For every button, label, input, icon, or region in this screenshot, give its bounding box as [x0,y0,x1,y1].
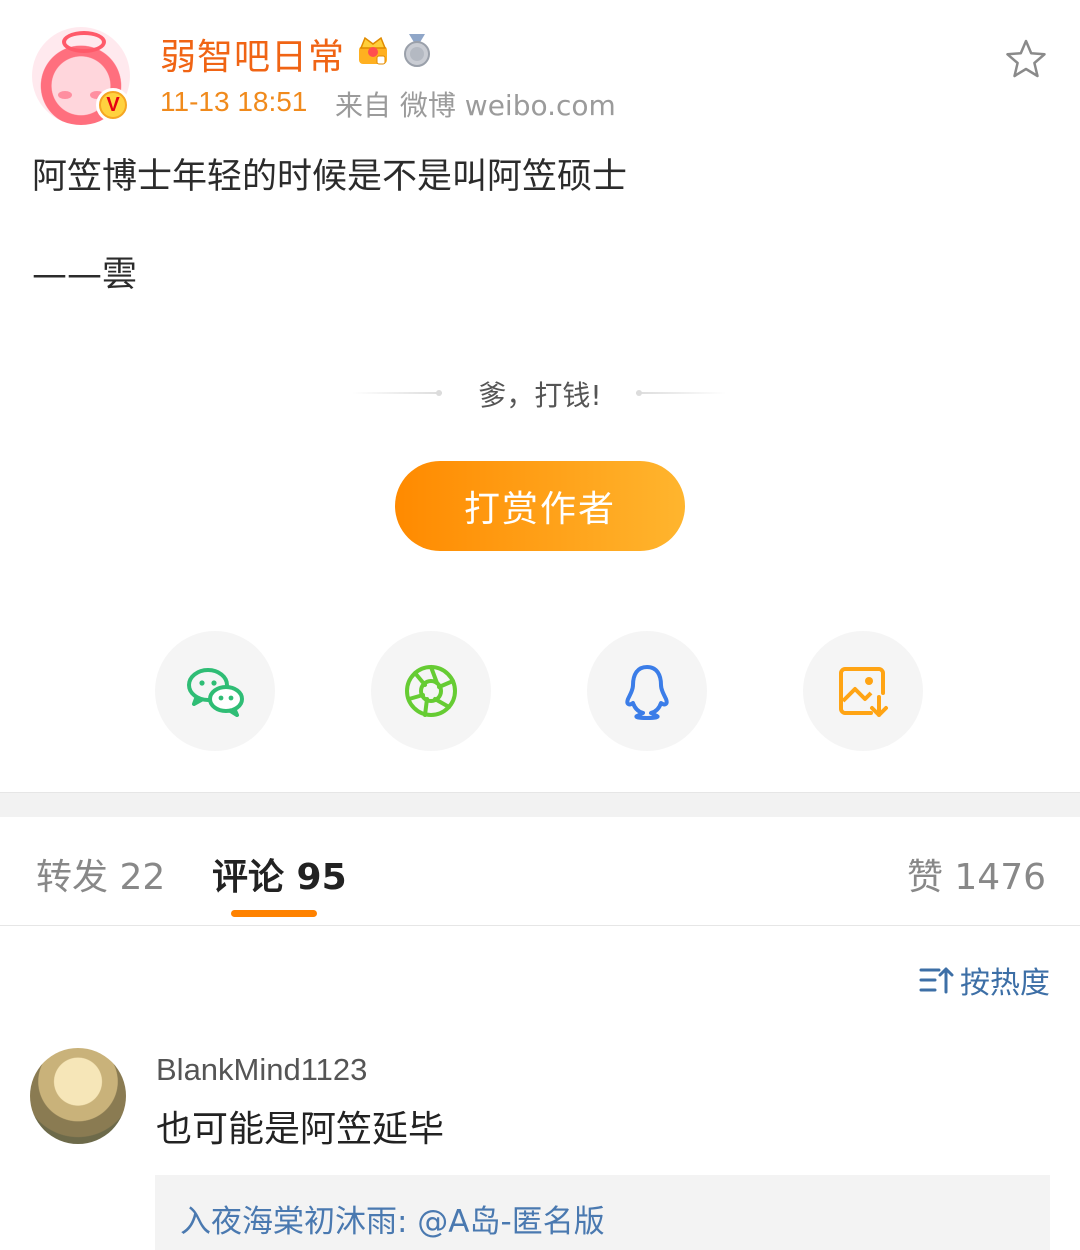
reward-author-button[interactable]: 打赏作者 [395,461,685,551]
author-name[interactable]: 弱智吧日常 [160,28,345,80]
moments-icon [405,665,457,717]
reward-hint: 爹，打钱! [478,379,602,412]
tab-like[interactable]: 赞 1476 [907,848,1046,900]
share-wechat-button[interactable] [155,631,275,751]
sort-icon [919,967,954,994]
reward-divider-right [636,390,726,396]
save-image-button[interactable] [803,631,923,751]
post-text: 阿笠博士年轻的时候是不是叫阿笠硕士 [32,157,628,197]
post-signature: ——雲 [32,255,138,295]
tabs-divider [0,925,1080,926]
commenter-avatar[interactable] [30,1048,126,1144]
post-source: 来自 微博 weibo.com [335,89,616,122]
reward-divider-left [352,390,442,396]
share-moments-button[interactable] [371,631,491,751]
tab-comment[interactable]: 评论 95 [212,848,347,900]
share-qq-button[interactable] [587,631,707,751]
post-timestamp: 11-13 18:51 [160,86,308,117]
verified-badge: V [96,88,130,122]
tab-repost[interactable]: 转发 22 [36,848,165,900]
comment-reply-text[interactable]: 入夜海棠初沐雨: @A岛-匿名版 [180,1196,605,1241]
crown-icon [359,36,387,65]
commenter-name[interactable]: BlankMind1123 [156,1052,367,1088]
active-tab-indicator [231,910,317,917]
avatar-halo [62,31,106,53]
qq-icon [625,665,669,720]
comment-text: 也可能是阿笠延毕 [156,1109,445,1150]
section-divider [0,792,1080,817]
sort-by-heat-button[interactable]: 按热度 [918,958,1050,1002]
sort-label: 按热度 [960,966,1050,1001]
save-image-icon [839,667,888,717]
medal-icon [404,34,430,67]
verified-mark: V [101,93,125,117]
wechat-icon [187,668,244,717]
favorite-star-icon[interactable] [1005,38,1047,80]
avatar-blush-left [58,91,72,99]
